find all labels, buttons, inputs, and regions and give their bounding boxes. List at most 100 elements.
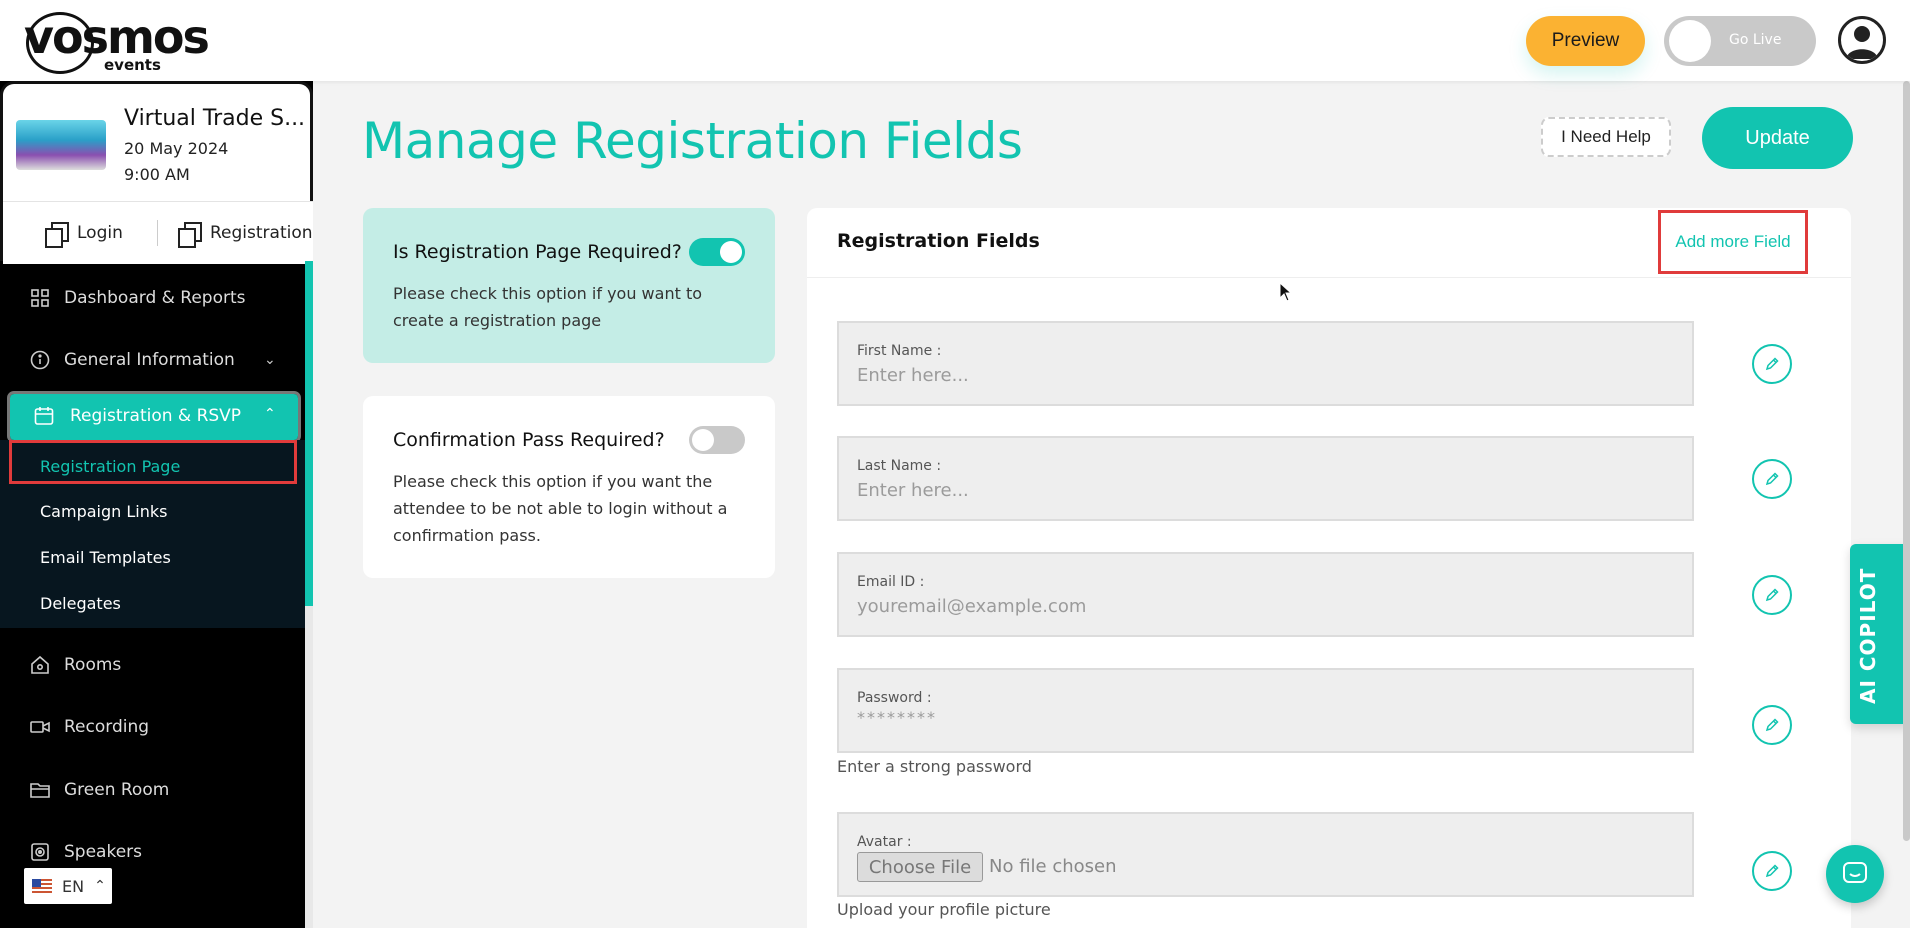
preview-button[interactable]: Preview — [1526, 16, 1645, 66]
avatar-hint: Upload your profile picture — [837, 900, 1051, 919]
choose-file-button[interactable]: Choose File — [857, 852, 983, 882]
language-selector[interactable]: EN ⌃ — [24, 868, 112, 904]
sidebar-item-label: Green Room — [64, 780, 170, 800]
field-label: Avatar : — [857, 834, 912, 850]
sidebar-item-label: Rooms — [64, 655, 122, 675]
subitem-campaign-links[interactable]: Campaign Links — [40, 502, 167, 521]
field-first-name: First Name : — [837, 321, 1694, 406]
registration-required-toggle[interactable] — [689, 238, 745, 266]
event-card: Virtual Trade S... 20 May 2024 9:00 AM L… — [0, 81, 313, 264]
panel-title: Registration Fields — [837, 230, 1040, 252]
last-name-input[interactable] — [857, 480, 1557, 501]
login-link[interactable]: Login — [45, 222, 123, 248]
sidebar-item-label: Dashboard & Reports — [64, 288, 246, 308]
password-hint: Enter a strong password — [837, 757, 1032, 776]
sidebar-item-general-info[interactable]: General Information — [30, 350, 235, 370]
speaker-icon — [30, 842, 50, 862]
file-status: No file chosen — [989, 856, 1117, 877]
pencil-icon — [1765, 357, 1779, 371]
toggle-knob — [720, 241, 742, 263]
field-label: Password : — [857, 690, 932, 706]
event-title[interactable]: Virtual Trade S... — [124, 106, 305, 131]
field-email: Email ID : — [837, 552, 1694, 637]
info-icon — [30, 350, 50, 370]
edit-password-button[interactable] — [1752, 705, 1792, 745]
pencil-icon — [1765, 472, 1779, 486]
folder-icon — [30, 780, 50, 800]
confirmation-pass-toggle[interactable] — [689, 426, 745, 454]
chevron-down-icon[interactable]: ⌄ — [264, 352, 276, 368]
sidebar-item-speakers[interactable]: Speakers — [30, 842, 142, 862]
edit-last-name-button[interactable] — [1752, 459, 1792, 499]
copy-icon — [178, 222, 202, 248]
card-description: Please check this option if you want to … — [393, 284, 702, 330]
page-title: Manage Registration Fields — [362, 112, 1023, 170]
sidebar: Virtual Trade S... 20 May 2024 9:00 AM L… — [0, 81, 313, 928]
field-label: First Name : — [857, 343, 942, 359]
ai-copilot-tab[interactable]: AI COPILOT — [1850, 544, 1910, 724]
calendar-icon — [34, 406, 54, 431]
top-header: vosmos events Preview Go Live — [0, 0, 1910, 81]
chat-launcher-button[interactable] — [1826, 845, 1884, 903]
sidebar-item-label: Registration & RSVP — [70, 406, 242, 426]
card-title: Confirmation Pass Required? — [393, 429, 665, 451]
edit-first-name-button[interactable] — [1752, 344, 1792, 384]
us-flag-icon — [32, 879, 52, 893]
field-label: Email ID : — [857, 574, 925, 590]
chevron-up-icon: ⌃ — [94, 878, 106, 894]
pencil-icon — [1765, 588, 1779, 602]
password-input[interactable] — [857, 708, 1557, 727]
ai-copilot-label: AI COPILOT — [1856, 567, 1880, 704]
card-title: Is Registration Page Required? — [393, 241, 682, 263]
registration-submenu: Registration Page Campaign Links Email T… — [0, 440, 305, 628]
add-more-field-button[interactable]: Add more Field — [1658, 210, 1808, 274]
home-icon — [30, 655, 50, 675]
sidebar-scroll-thumb[interactable] — [305, 261, 313, 606]
go-live-toggle[interactable]: Go Live — [1664, 16, 1816, 66]
confirmation-pass-card: Confirmation Pass Required? Please check… — [363, 396, 775, 578]
copy-icon — [45, 222, 69, 248]
field-avatar: Avatar : Choose File No file chosen — [837, 812, 1694, 897]
go-live-knob — [1669, 20, 1711, 62]
field-label: Last Name : — [857, 458, 942, 474]
vosmos-logo[interactable]: vosmos events — [24, 10, 224, 74]
panel-header: Registration Fields Add more Field — [807, 208, 1851, 278]
pencil-icon — [1765, 864, 1779, 878]
sidebar-item-registration[interactable]: Registration & RSVP ⌃ — [7, 391, 301, 443]
login-label: Login — [77, 223, 123, 243]
update-button[interactable]: Update — [1702, 107, 1853, 169]
email-input[interactable] — [857, 596, 1557, 617]
help-button[interactable]: I Need Help — [1541, 117, 1671, 157]
edit-avatar-button[interactable] — [1752, 851, 1792, 891]
toggle-knob — [692, 429, 714, 451]
logo-sub: events — [104, 56, 161, 74]
subitem-email-templates[interactable]: Email Templates — [40, 548, 171, 567]
sidebar-item-green-room[interactable]: Green Room — [30, 780, 169, 800]
chevron-up-icon[interactable]: ⌃ — [264, 406, 276, 422]
event-time: 9:00 AM — [124, 165, 190, 184]
sidebar-item-label: Recording — [64, 717, 150, 737]
subitem-registration-page[interactable]: Registration Page — [40, 457, 180, 476]
event-date: 20 May 2024 — [124, 139, 229, 158]
sidebar-item-dashboard[interactable]: Dashboard & Reports — [30, 288, 246, 308]
sidebar-item-recording[interactable]: Recording — [30, 717, 149, 737]
registration-link[interactable]: Registration — [178, 222, 313, 248]
field-password: Password : — [837, 668, 1694, 753]
grid-icon — [30, 288, 50, 308]
subitem-delegates[interactable]: Delegates — [40, 594, 121, 613]
sidebar-item-label: General Information — [64, 350, 235, 370]
sidebar-item-rooms[interactable]: Rooms — [30, 655, 121, 675]
main-scrollbar[interactable] — [1903, 81, 1910, 841]
video-icon — [30, 717, 50, 737]
mouse-cursor-icon — [1279, 282, 1293, 302]
first-name-input[interactable] — [857, 365, 1557, 386]
edit-email-button[interactable] — [1752, 575, 1792, 615]
pencil-icon — [1765, 718, 1779, 732]
field-last-name: Last Name : — [837, 436, 1694, 521]
language-label: EN — [62, 876, 85, 896]
registration-label: Registration — [210, 223, 313, 243]
sidebar-item-label: Speakers — [64, 842, 143, 862]
registration-required-card: Is Registration Page Required? Please ch… — [363, 208, 775, 363]
user-avatar[interactable] — [1838, 16, 1886, 64]
user-icon — [1846, 26, 1878, 59]
